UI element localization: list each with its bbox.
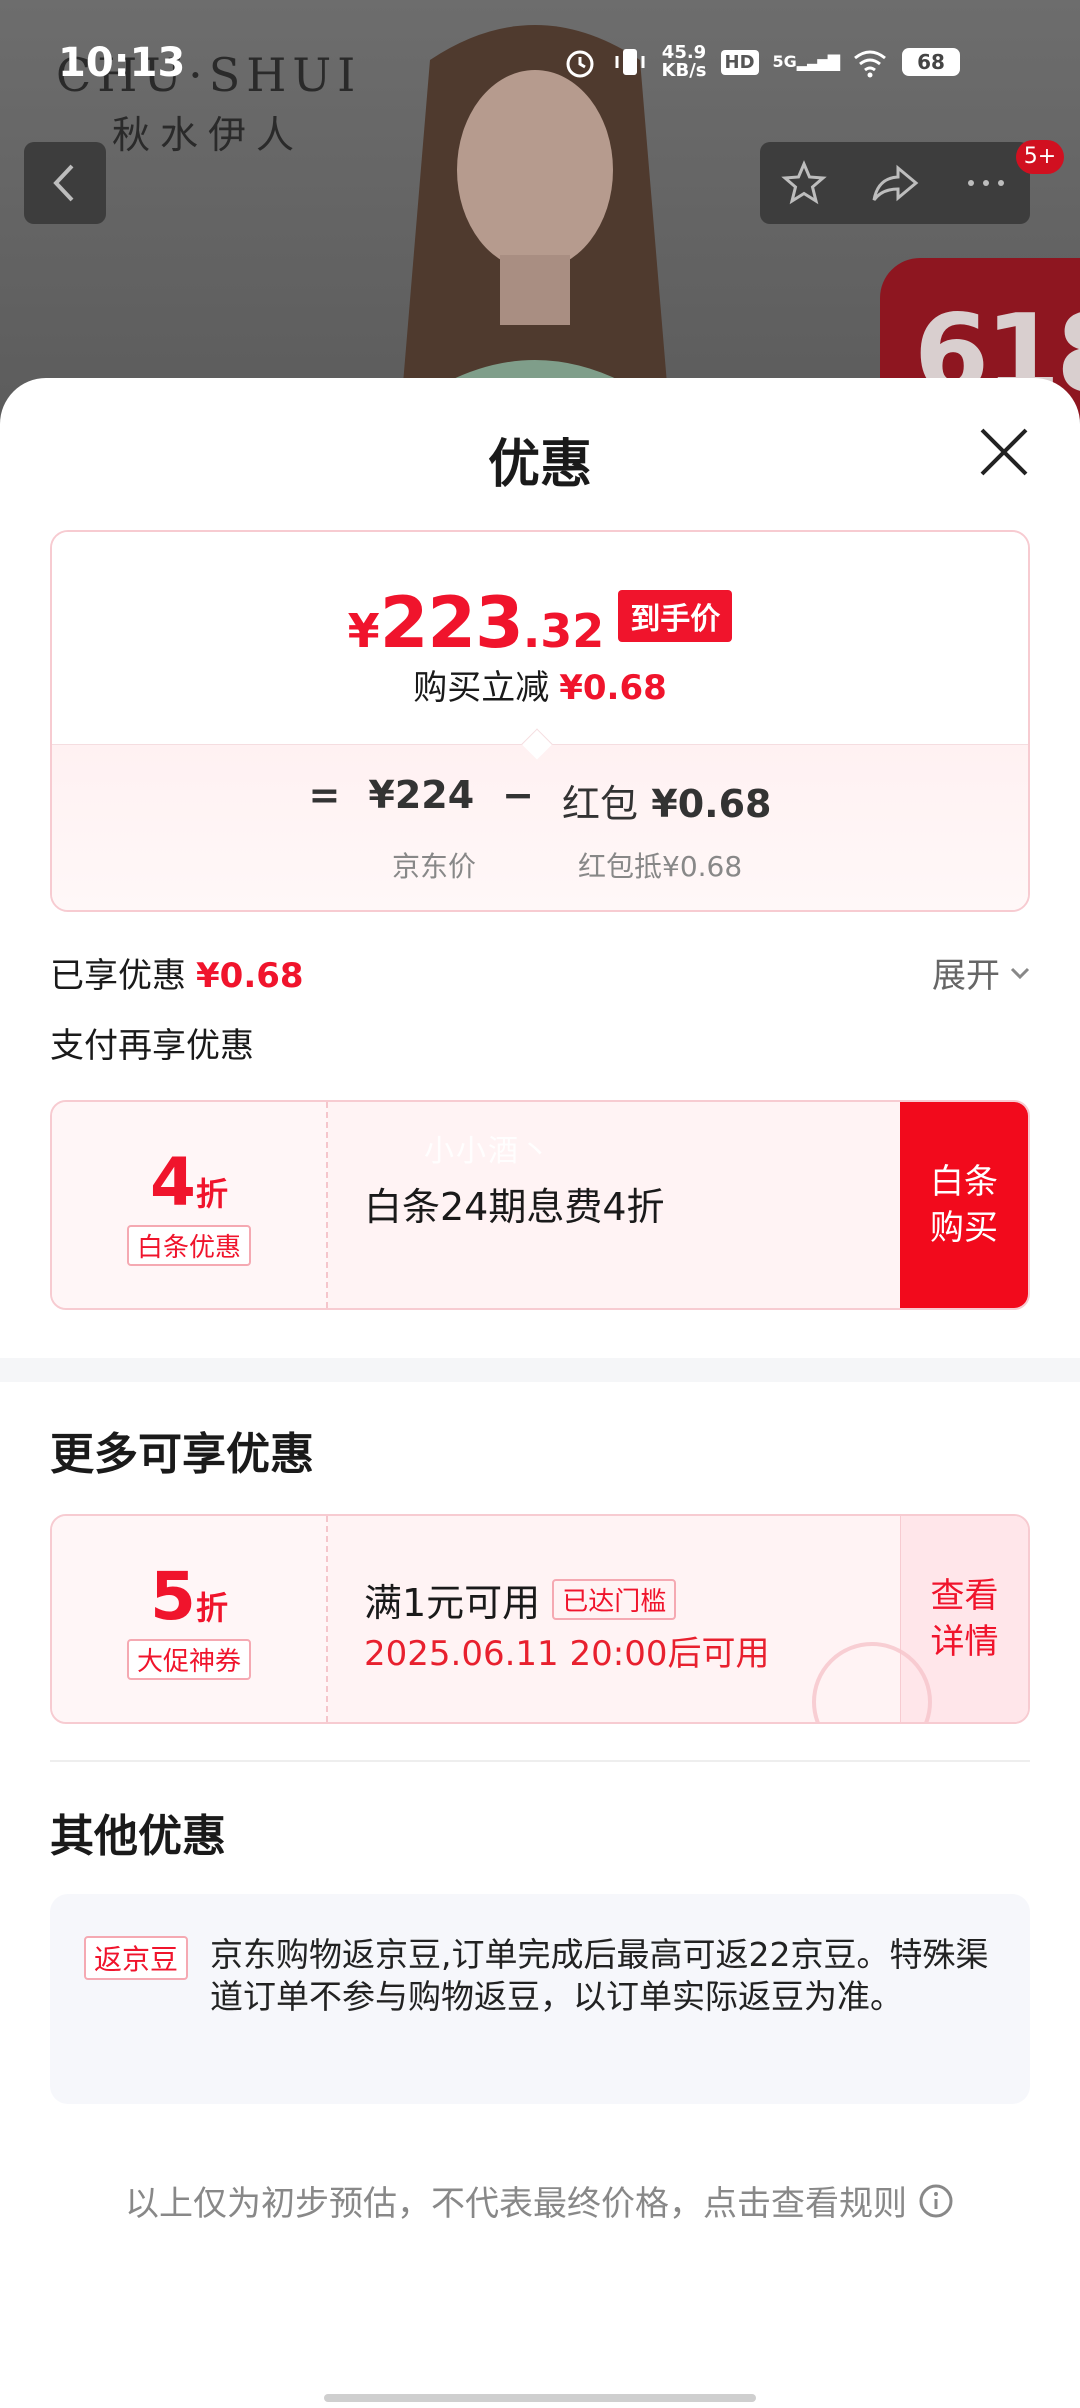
threshold-reached-badge: 已达门槛 xyxy=(552,1579,677,1620)
price-card: ¥ 223 .32 到手价 购买立减 ¥0.68 = ¥224 − 红包 ¥0.6… xyxy=(50,530,1030,912)
status-time: 10:13 xyxy=(58,40,186,86)
more-discounts-heading: 更多可享优惠 xyxy=(50,1429,314,1480)
net-speed: 45.9 KB/s xyxy=(661,42,707,81)
sheet-title: 优惠 xyxy=(487,435,592,495)
top-actions xyxy=(760,142,1030,224)
battery-icon: 68 xyxy=(902,48,960,76)
alarm-icon xyxy=(566,50,594,78)
signal-icon: 5G▂▃▅▇ xyxy=(772,52,840,71)
wifi-icon xyxy=(854,50,886,78)
notification-badge: 5+ xyxy=(1016,140,1064,174)
share-icon[interactable] xyxy=(868,158,922,208)
watermark: 小小酒丶 xyxy=(424,1134,552,1169)
baitiao-buy-button[interactable]: 白条 购买 xyxy=(900,1102,1028,1308)
info-icon xyxy=(919,2184,953,2217)
expand-button[interactable]: 展开 xyxy=(932,948,1032,997)
coupon-tag: 白条优惠 xyxy=(126,1225,251,1266)
final-price-tag: 到手价 xyxy=(618,590,733,642)
pay-more-heading: 支付再享优惠 xyxy=(50,1026,254,1066)
promo-coupon: 5折 大促神券 满1元可用 已达门槛 2025.06.11 20:00后可用 查… xyxy=(50,1514,1030,1724)
favorite-star-icon[interactable] xyxy=(779,158,829,208)
jingdou-tag: 返京豆 xyxy=(84,1936,189,1980)
divider xyxy=(50,1760,1030,1762)
close-icon[interactable] xyxy=(976,424,1032,480)
price-breakdown: = ¥224 − 红包 ¥0.68 xyxy=(308,773,772,826)
coupon-desc: 白条24期息费4折 xyxy=(364,1185,665,1229)
coupon-valid-time: 2025.06.11 20:00后可用 xyxy=(364,1634,770,1674)
back-button[interactable] xyxy=(24,142,106,224)
hd-icon: HD xyxy=(720,49,759,75)
hongbao-sub-label: 红包抵¥0.68 xyxy=(578,850,743,883)
coupon-condition: 满1元可用 已达门槛 xyxy=(364,1572,677,1627)
more-icon[interactable] xyxy=(961,158,1011,208)
final-price: ¥ 223 .32 到手价 xyxy=(52,582,1028,664)
coupon-tag: 大促神券 xyxy=(126,1639,251,1680)
vibrate-icon xyxy=(615,49,645,75)
baitiao-coupon: 4折 白条优惠 小小酒丶 白条24期息费4折 白条 购买 xyxy=(50,1100,1030,1310)
home-indicator[interactable] xyxy=(324,2394,756,2402)
chevron-down-icon xyxy=(1010,967,1030,979)
section-divider xyxy=(0,1358,1080,1382)
rules-link[interactable]: 以上仅为初步预估，不代表最终价格，点击查看规则 xyxy=(0,2176,1080,2225)
instant-reduction: 购买立减 ¥0.68 xyxy=(413,668,667,708)
other-discounts-heading: 其他优惠 xyxy=(50,1811,226,1862)
jd-price-label: 京东价 xyxy=(392,850,477,883)
jingdou-rebate-box: 返京豆 京东购物返京豆,订单完成后最高可返22京豆。特殊渠道订单不参与购物返豆，… xyxy=(50,1894,1030,2104)
enjoyed-discount: 已享优惠 ¥0.68 xyxy=(50,956,304,996)
chevron-left-icon xyxy=(53,164,74,202)
status-bar: 10:13 45.9 KB/s HD 5G▂▃▅▇ 68 xyxy=(0,0,1080,120)
jingdou-desc: 京东购物返京豆,订单完成后最高可返22京豆。特殊渠道订单不参与购物返豆，以订单实… xyxy=(210,1935,989,2016)
